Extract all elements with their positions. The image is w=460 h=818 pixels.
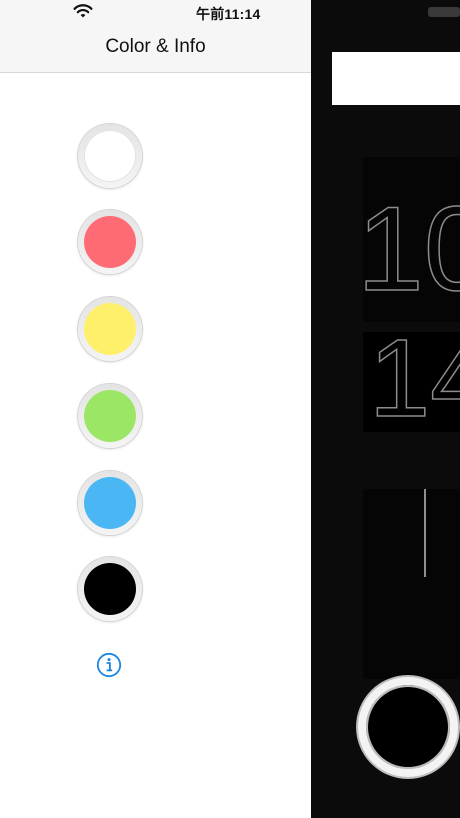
color-swatch-yellow[interactable] xyxy=(78,297,142,361)
color-swatch-black[interactable] xyxy=(78,557,142,621)
color-swatch-yellow-fill xyxy=(84,303,136,355)
color-swatch-blue[interactable] xyxy=(78,471,142,535)
color-swatch-red-fill xyxy=(84,216,136,268)
wifi-icon xyxy=(73,4,93,18)
color-swatch-white[interactable] xyxy=(78,124,142,188)
color-swatch-green[interactable] xyxy=(78,384,142,448)
screen: 10 14 午前11:14 Color & Info xyxy=(0,0,460,818)
color-swatch-white-fill xyxy=(84,130,136,182)
info-icon[interactable] xyxy=(96,652,122,678)
navigation-bar: 午前11:14 Color & Info xyxy=(0,0,311,73)
clock-mode-button[interactable] xyxy=(358,677,458,777)
color-swatch-blue-fill xyxy=(84,477,136,529)
color-info-menu: 午前11:14 Color & Info xyxy=(0,0,311,818)
hour-digits: 10 xyxy=(356,182,460,316)
status-time: 午前11:14 xyxy=(196,6,261,22)
battery-icon xyxy=(428,7,460,17)
minute-panel: 14 xyxy=(363,323,460,434)
color-swatch-green-fill xyxy=(84,390,136,442)
seconds-panel xyxy=(363,489,460,679)
color-swatch-black-fill xyxy=(84,563,136,615)
minute-digits: 14 xyxy=(368,317,460,440)
page-title: Color & Info xyxy=(105,36,206,57)
clock-view: 10 14 xyxy=(311,0,460,818)
seconds-divider xyxy=(424,489,426,577)
color-swatch-red[interactable] xyxy=(78,210,142,274)
clock-top-bar xyxy=(332,52,460,105)
hour-panel: 10 xyxy=(356,157,460,322)
